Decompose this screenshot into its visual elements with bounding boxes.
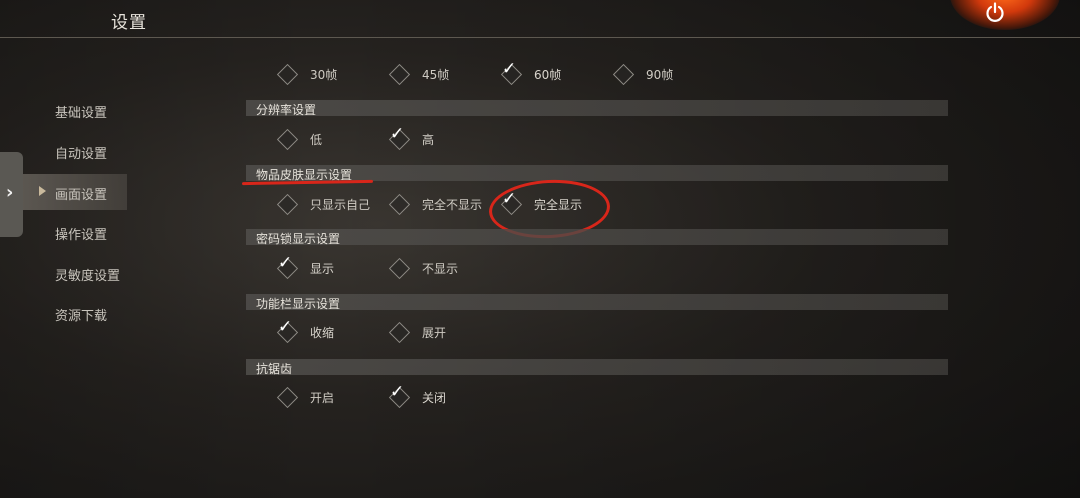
- power-button[interactable]: [975, 0, 1015, 28]
- option-label: 30帧: [310, 68, 338, 82]
- section-bar-function-bar: [246, 294, 948, 310]
- section-title-antialias: 抗锯齿: [256, 362, 293, 376]
- option-label: 不显示: [422, 262, 459, 276]
- section-title-resolution: 分辨率设置: [256, 103, 317, 117]
- section-title-function-bar: 功能栏显示设置: [256, 297, 341, 311]
- top-divider: [0, 37, 1080, 38]
- page-title: 设置: [111, 13, 147, 33]
- option-label: 高: [422, 133, 435, 147]
- option-label: 完全不显示: [422, 198, 483, 212]
- sidebar-item-sensitivity[interactable]: 灵敏度设置: [55, 265, 120, 284]
- chevron-right-icon: ›: [6, 182, 14, 203]
- top-bar: 设置: [0, 0, 1080, 37]
- option-label: 收缩: [310, 326, 335, 340]
- checkmark-icon: ✓: [390, 382, 405, 402]
- sidebar-item-graphics[interactable]: 画面设置: [55, 184, 107, 203]
- section-title-code-lock: 密码锁显示设置: [256, 232, 341, 246]
- power-icon: [986, 2, 1004, 22]
- option-label: 显示: [310, 262, 335, 276]
- checkmark-icon: ✓: [278, 317, 293, 337]
- option-label: 只显示自己: [310, 198, 371, 212]
- option-label: 关闭: [422, 391, 447, 405]
- sidebar-item-basic[interactable]: 基础设置: [55, 102, 107, 121]
- option-label: 90帧: [646, 68, 674, 82]
- option-label: 开启: [310, 391, 335, 405]
- section-bar-code-lock: [246, 229, 948, 245]
- checkmark-icon: ✓: [278, 253, 293, 273]
- sidebar-item-controls[interactable]: 操作设置: [55, 224, 107, 243]
- checkmark-icon: ✓: [390, 124, 405, 144]
- option-label: 45帧: [422, 68, 450, 82]
- checkmark-icon: ✓: [502, 59, 517, 79]
- option-label: 展开: [422, 326, 447, 340]
- side-panel-toggle[interactable]: ›: [0, 152, 23, 237]
- section-bar-antialias: [246, 359, 948, 375]
- sidebar-item-auto[interactable]: 自动设置: [55, 143, 107, 162]
- active-menu-arrow-icon: [39, 186, 46, 196]
- option-label: 60帧: [534, 68, 562, 82]
- section-bar-resolution: [246, 100, 948, 116]
- option-label: 低: [310, 133, 323, 147]
- sidebar-item-downloads[interactable]: 资源下载: [55, 305, 107, 324]
